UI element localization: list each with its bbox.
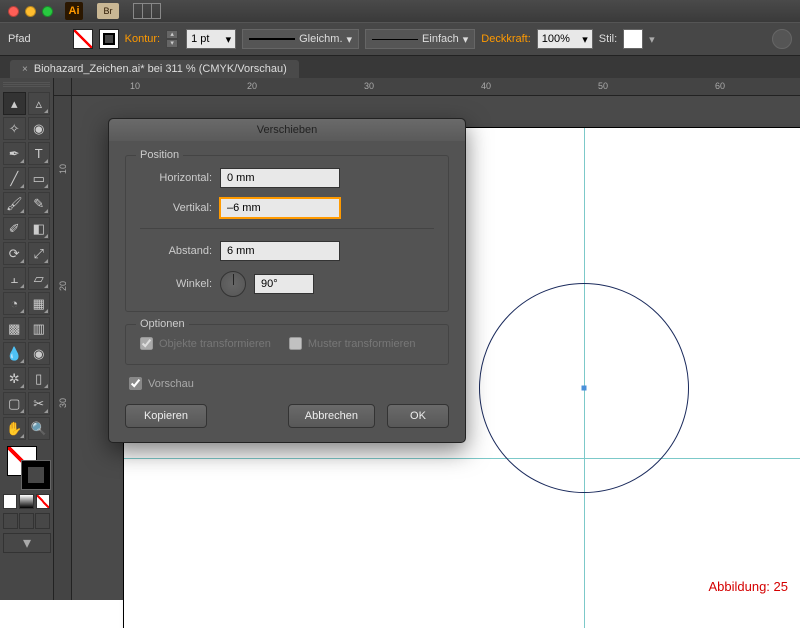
abbrechen-button[interactable]: Abbrechen <box>288 404 375 428</box>
app-window: Ai Br Pfad Kontur: ▴▾ 1 pt▾ Gleichm.▾ Ei… <box>0 0 800 600</box>
graphic-style-swatch[interactable] <box>623 29 643 49</box>
mesh-tool[interactable]: ▩ <box>3 317 26 340</box>
fill-stroke-control[interactable] <box>3 446 50 490</box>
document-tab-bar: × Biohazard_Zeichen.ai* bei 311 % (CMYK/… <box>0 56 800 78</box>
blob-brush-tool[interactable]: ✐ <box>3 217 26 240</box>
stroke-swatch[interactable] <box>99 29 119 49</box>
width-tool[interactable]: ⫠ <box>3 267 26 290</box>
eraser-tool[interactable]: ◧ <box>28 217 51 240</box>
zoom-tool[interactable]: 🔍 <box>28 417 51 440</box>
position-group-label: Position <box>136 149 183 161</box>
figure-caption: Abbildung: 25 <box>708 579 788 594</box>
draw-modes <box>3 513 50 529</box>
stroke-weight-stepper[interactable]: ▴▾ <box>166 30 178 48</box>
vorschau-checkbox[interactable]: Vorschau <box>129 377 449 390</box>
position-group: Position Horizontal: Vertikal: Abstand: … <box>125 155 449 312</box>
draw-behind[interactable] <box>19 513 34 529</box>
selection-type-label: Pfad <box>8 33 31 45</box>
hand-tool[interactable]: ✋ <box>3 417 26 440</box>
vertikal-input[interactable] <box>220 198 340 218</box>
brush-definition[interactable]: Einfach▾ <box>365 29 475 49</box>
winkel-label: Winkel: <box>140 278 212 290</box>
pen-tool[interactable]: ✒ <box>3 142 26 165</box>
selection-center-point[interactable] <box>582 386 587 391</box>
app-icon: Ai <box>65 2 83 20</box>
free-transform-tool[interactable]: ▱ <box>28 267 51 290</box>
line-tool[interactable]: ╱ <box>3 167 26 190</box>
color-mode-gradient[interactable] <box>19 494 33 509</box>
opacity-field[interactable]: 100%▾ <box>537 29 593 49</box>
window-close-icon[interactable] <box>8 6 19 17</box>
muster-transformieren-checkbox: Muster transformieren <box>289 337 416 350</box>
close-tab-icon[interactable]: × <box>22 64 28 75</box>
winkel-input[interactable] <box>254 274 314 294</box>
abstand-label: Abstand: <box>140 245 212 257</box>
objekte-transformieren-input <box>140 337 153 350</box>
paintbrush-tool[interactable]: 🖌 <box>3 192 26 215</box>
horizontal-input[interactable] <box>220 168 340 188</box>
dialog-title[interactable]: Verschieben <box>109 119 465 141</box>
vertikal-label: Vertikal: <box>140 202 212 214</box>
perspective-grid-tool[interactable]: ▦ <box>28 292 51 315</box>
column-graph-tool[interactable]: ▯ <box>28 367 51 390</box>
screen-mode-button[interactable]: ▾ <box>3 533 51 553</box>
fill-swatch[interactable] <box>73 29 93 49</box>
muster-transformieren-input <box>289 337 302 350</box>
opacity-label[interactable]: Deckkraft: <box>481 33 531 45</box>
bridge-button[interactable]: Br <box>97 3 119 19</box>
control-bar: Pfad Kontur: ▴▾ 1 pt▾ Gleichm.▾ Einfach▾… <box>0 22 800 56</box>
objekte-transformieren-checkbox: Objekte transformieren <box>140 337 271 350</box>
kopieren-button[interactable]: Kopieren <box>125 404 207 428</box>
variable-width-profile[interactable]: Gleichm.▾ <box>242 29 359 49</box>
optionen-group: Optionen Objekte transformieren Muster t… <box>125 324 449 365</box>
symbol-sprayer-tool[interactable]: ✲ <box>3 367 26 390</box>
document-tab-label: Biohazard_Zeichen.ai* bei 311 % (CMYK/Vo… <box>34 63 287 75</box>
window-zoom-icon[interactable] <box>42 6 53 17</box>
shape-builder-tool[interactable]: ◔ <box>3 292 26 315</box>
ruler-vertical[interactable]: 10 20 30 <box>54 96 72 600</box>
title-bar: Ai Br <box>0 0 800 22</box>
panel-grabber[interactable] <box>3 82 50 88</box>
scale-tool[interactable]: ⤢ <box>28 242 51 265</box>
tools-panel: ▴▵ ✧◉ ✒T ╱▭ 🖌✎ ✐◧ ⟳⤢ ⫠▱ ◔▦ ▩▥ 💧◉ ✲▯ ▢✂ ✋… <box>0 78 54 600</box>
style-label: Stil: <box>599 33 617 45</box>
type-tool[interactable]: T <box>28 142 51 165</box>
stroke-weight-field[interactable]: 1 pt▾ <box>186 29 236 49</box>
blend-tool[interactable]: ◉ <box>28 342 51 365</box>
color-mode-solid[interactable] <box>3 494 17 509</box>
optionen-group-label: Optionen <box>136 318 189 330</box>
draw-inside[interactable] <box>35 513 50 529</box>
abstand-input[interactable] <box>220 241 340 261</box>
ruler-horizontal[interactable]: 10 20 30 40 50 60 <box>72 78 800 96</box>
color-mode-none[interactable] <box>36 494 50 509</box>
stroke-label[interactable]: Kontur: <box>125 33 160 45</box>
artboard-tool[interactable]: ▢ <box>3 392 26 415</box>
ok-button[interactable]: OK <box>387 404 449 428</box>
angle-dial[interactable] <box>220 271 246 297</box>
rectangle-tool[interactable]: ▭ <box>28 167 51 190</box>
stroke-big-swatch[interactable] <box>21 460 51 490</box>
lasso-tool[interactable]: ◉ <box>28 117 51 140</box>
vorschau-input[interactable] <box>129 377 142 390</box>
horizontal-label: Horizontal: <box>140 172 212 184</box>
move-dialog: Verschieben Position Horizontal: Vertika… <box>108 118 466 443</box>
pencil-tool[interactable]: ✎ <box>28 192 51 215</box>
rotate-tool[interactable]: ⟳ <box>3 242 26 265</box>
workspace-layout-button[interactable] <box>133 3 161 19</box>
draw-normal[interactable] <box>3 513 18 529</box>
selection-tool[interactable]: ▴ <box>3 92 26 115</box>
direct-selection-tool[interactable]: ▵ <box>28 92 51 115</box>
gradient-tool[interactable]: ▥ <box>28 317 51 340</box>
window-minimize-icon[interactable] <box>25 6 36 17</box>
document-tab[interactable]: × Biohazard_Zeichen.ai* bei 311 % (CMYK/… <box>10 60 299 78</box>
eyedropper-tool[interactable]: 💧 <box>3 342 26 365</box>
guide-horizontal[interactable] <box>124 458 800 459</box>
ruler-origin[interactable] <box>54 78 72 96</box>
slice-tool[interactable]: ✂ <box>28 392 51 415</box>
magic-wand-tool[interactable]: ✧ <box>3 117 26 140</box>
color-mode-row <box>3 494 50 509</box>
sync-settings-icon[interactable] <box>772 29 792 49</box>
